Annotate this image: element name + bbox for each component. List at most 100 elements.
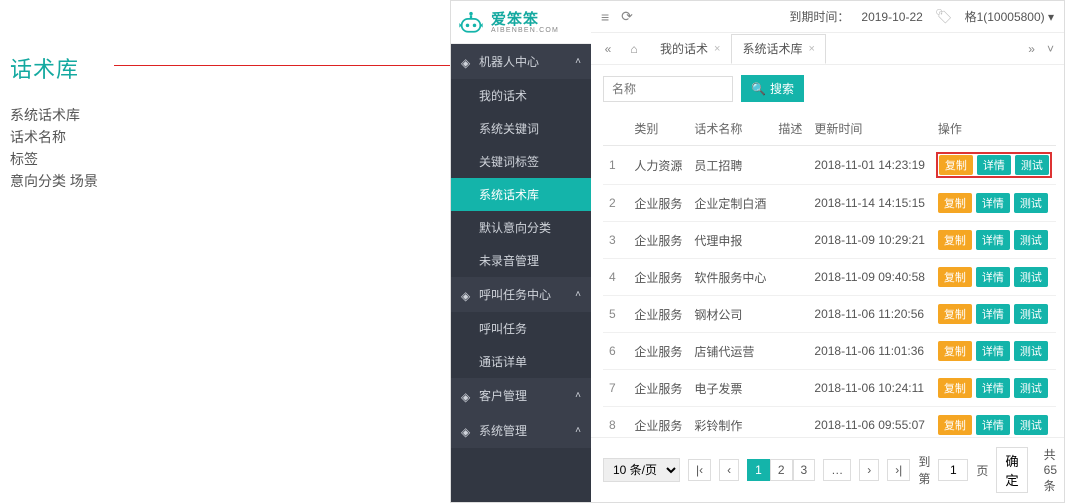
pager-goto-input[interactable] (938, 459, 968, 481)
copy-button[interactable]: 复制 (938, 193, 972, 213)
detail-button[interactable]: 详情 (976, 341, 1010, 361)
page-size-select[interactable]: 10 条/页 (603, 458, 680, 482)
test-button[interactable]: 测试 (1014, 267, 1048, 287)
tabs-dropdown-icon[interactable]: ˅ (1043, 42, 1058, 56)
row-name: 企业定制白酒 (688, 185, 772, 222)
copy-button[interactable]: 复制 (939, 155, 973, 175)
menu-group-phone[interactable]: ◈呼叫任务中心˄ (451, 277, 591, 312)
row-index: 3 (603, 222, 628, 259)
row-desc (772, 259, 808, 296)
table-row[interactable]: 8企业服务彩铃制作2018-11-06 09:55:07复制详情测试 (603, 407, 1056, 438)
col-header: 更新时间 (808, 112, 931, 146)
home-tab-icon[interactable]: ⌂ (623, 42, 645, 56)
tab[interactable]: 我的话术× (649, 34, 731, 63)
topbar: ≡ ⟳ 到期时间： 2019-10-22 🏷 格1(10005800) ▾ (591, 1, 1064, 33)
row-category: 企业服务 (628, 222, 688, 259)
test-button[interactable]: 测试 (1014, 304, 1048, 324)
logo[interactable]: 爱笨笨 AIBENBEN.COM (451, 1, 591, 44)
test-button[interactable]: 测试 (1015, 155, 1049, 175)
row-ops: 复制详情测试 (938, 230, 1050, 250)
tag-icon[interactable]: 🏷 (935, 8, 953, 25)
search-button[interactable]: 🔍 搜索 (741, 75, 804, 102)
detail-button[interactable]: 详情 (976, 193, 1010, 213)
menu-toggle-icon[interactable]: ≡ (601, 9, 609, 25)
table-row[interactable]: 7企业服务电子发票2018-11-06 10:24:11复制详情测试 (603, 370, 1056, 407)
toolbar: 🔍 搜索 (591, 65, 1064, 112)
copy-button[interactable]: 复制 (938, 415, 972, 435)
detail-button[interactable]: 详情 (977, 155, 1011, 175)
doc-bullet: 话术名称 (10, 126, 420, 148)
page-number[interactable]: 2 (770, 459, 793, 481)
table-row[interactable]: 2企业服务企业定制白酒2018-11-14 14:15:15复制详情测试 (603, 185, 1056, 222)
chevron-up-icon: ˄ (575, 390, 581, 401)
sidebar-item[interactable]: 未录音管理 (451, 244, 591, 277)
detail-button[interactable]: 详情 (976, 230, 1010, 250)
sidebar-item[interactable]: 系统话术库 (451, 178, 591, 211)
row-category: 企业服务 (628, 296, 688, 333)
test-button[interactable]: 测试 (1014, 193, 1048, 213)
detail-button[interactable]: 详情 (976, 378, 1010, 398)
pager-first[interactable]: |‹ (688, 459, 711, 481)
search-input[interactable] (603, 76, 733, 102)
row-ops: 复制详情测试 (938, 378, 1050, 398)
row-time: 2018-11-06 11:01:36 (808, 333, 931, 370)
row-index: 1 (603, 146, 628, 185)
row-time: 2018-11-09 09:40:58 (808, 259, 931, 296)
col-header: 话术名称 (688, 112, 772, 146)
search-icon: 🔍 (751, 82, 766, 96)
row-name: 软件服务中心 (688, 259, 772, 296)
sidebar-item[interactable]: 系统关键词 (451, 112, 591, 145)
sidebar-item[interactable]: 关键词标签 (451, 145, 591, 178)
tabs-back-icon[interactable]: « (597, 42, 619, 56)
row-desc (772, 407, 808, 438)
detail-button[interactable]: 详情 (976, 415, 1010, 435)
page-number[interactable]: 3 (793, 459, 816, 481)
copy-button[interactable]: 复制 (938, 341, 972, 361)
sidebar-item[interactable]: 我的话术 (451, 79, 591, 112)
test-button[interactable]: 测试 (1014, 378, 1048, 398)
row-time: 2018-11-09 10:29:21 (808, 222, 931, 259)
table-row[interactable]: 5企业服务钢材公司2018-11-06 11:20:56复制详情测试 (603, 296, 1056, 333)
table-row[interactable]: 3企业服务代理申报2018-11-09 10:29:21复制详情测试 (603, 222, 1056, 259)
table-row[interactable]: 1人力资源员工招聘2018-11-01 14:23:19复制详情测试 (603, 146, 1056, 185)
test-button[interactable]: 测试 (1014, 415, 1048, 435)
test-button[interactable]: 测试 (1014, 230, 1048, 250)
pager-prev[interactable]: ‹ (719, 459, 739, 481)
copy-button[interactable]: 复制 (938, 230, 972, 250)
copy-button[interactable]: 复制 (938, 304, 972, 324)
copy-button[interactable]: 复制 (938, 378, 972, 398)
row-ops: 复制详情测试 (938, 341, 1050, 361)
table-row[interactable]: 4企业服务软件服务中心2018-11-09 09:40:58复制详情测试 (603, 259, 1056, 296)
sidebar-item[interactable]: 通话详单 (451, 345, 591, 378)
sidebar-item[interactable]: 呼叫任务 (451, 312, 591, 345)
menu-group-chip[interactable]: ◈机器人中心˄ (451, 44, 591, 79)
pager-goto-pre: 到第 (918, 453, 930, 487)
tab[interactable]: 系统话术库× (731, 34, 825, 64)
tabs-forward-icon[interactable]: » (1024, 42, 1039, 56)
test-button[interactable]: 测试 (1014, 341, 1048, 361)
detail-button[interactable]: 详情 (976, 304, 1010, 324)
pager-confirm-button[interactable]: 确定 (996, 447, 1027, 493)
page-number[interactable]: 1 (747, 459, 770, 481)
pager-more[interactable]: … (823, 459, 851, 481)
copy-button[interactable]: 复制 (938, 267, 972, 287)
chevron-up-icon: ˄ (575, 56, 581, 67)
table-row[interactable]: 6企业服务店铺代运营2018-11-06 11:01:36复制详情测试 (603, 333, 1056, 370)
sidebar-item[interactable]: 默认意向分类 (451, 211, 591, 244)
refresh-icon[interactable]: ⟳ (621, 8, 633, 25)
menu-group-user[interactable]: ◈客户管理˄ (451, 378, 591, 413)
row-desc (772, 146, 808, 185)
detail-button[interactable]: 详情 (976, 267, 1010, 287)
close-icon[interactable]: × (808, 43, 814, 55)
close-icon[interactable]: × (714, 43, 720, 55)
pager-goto-suf: 页 (976, 462, 988, 479)
tabbar: « ⌂ 我的话术×系统话术库× » ˅ (591, 33, 1064, 65)
phone-icon: ◈ (461, 289, 473, 301)
row-ops: 复制详情测试 (938, 304, 1050, 324)
menu-group-gear[interactable]: ◈系统管理˄ (451, 413, 591, 448)
pager-last[interactable]: ›| (887, 459, 910, 481)
pager-next[interactable]: › (859, 459, 879, 481)
user-menu[interactable]: 格1(10005800) ▾ (965, 8, 1054, 25)
row-index: 5 (603, 296, 628, 333)
row-name: 电子发票 (688, 370, 772, 407)
